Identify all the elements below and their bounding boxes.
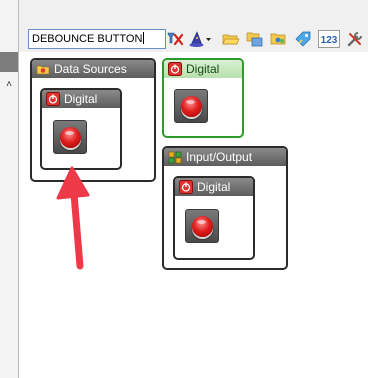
input-output-digital-block[interactable]: Digital (173, 176, 255, 260)
red-push-button[interactable] (185, 209, 219, 243)
folder-copy-icon[interactable] (246, 30, 264, 48)
digital-power-icon (46, 92, 60, 106)
tools-icon[interactable] (346, 30, 364, 48)
data-sources-digital-block[interactable]: Digital (40, 88, 122, 170)
search-input[interactable]: DEBOUNCE BUTTON (28, 29, 166, 49)
input-output-title-bar[interactable]: Input/Output (164, 148, 286, 166)
digital-block-selected[interactable]: Digital (162, 58, 244, 138)
clear-filter-icon[interactable] (166, 30, 184, 48)
data-sources-title-bar[interactable]: Data Sources (32, 60, 154, 78)
red-push-button[interactable] (174, 89, 208, 123)
input-output-icon (168, 150, 182, 164)
scroll-up-arrow-icon[interactable]: ˄ (2, 78, 16, 92)
red-annotation-arrow-icon (52, 164, 102, 274)
folder-open-icon[interactable] (222, 30, 240, 48)
input-output-digital-title-bar[interactable]: Digital (175, 178, 253, 196)
numbers-123-icon[interactable]: 123 (318, 30, 340, 48)
input-output-title: Input/Output (186, 150, 253, 164)
data-sources-icon (36, 62, 50, 76)
folder-group-icon[interactable] (270, 30, 288, 48)
data-sources-title: Data Sources (54, 62, 127, 76)
panel-header-band (0, 52, 18, 72)
digital-selected-title: Digital (186, 62, 220, 76)
input-output-digital-title: Digital (197, 180, 231, 194)
data-sources-digital-title: Digital (64, 92, 98, 106)
numbers-123-label: 123 (321, 35, 338, 46)
data-sources-digital-title-bar[interactable]: Digital (42, 90, 120, 108)
digital-power-icon (179, 180, 193, 194)
text-caret (143, 32, 145, 44)
search-input-value: DEBOUNCE BUTTON (32, 33, 143, 45)
left-panel-strip: ˄ (0, 0, 19, 378)
wizard-hat-icon[interactable] (188, 30, 212, 48)
tag-icon[interactable] (294, 30, 312, 48)
digital-power-icon (168, 62, 182, 76)
digital-selected-title-bar[interactable]: Digital (164, 60, 242, 78)
red-push-button[interactable] (53, 120, 87, 154)
